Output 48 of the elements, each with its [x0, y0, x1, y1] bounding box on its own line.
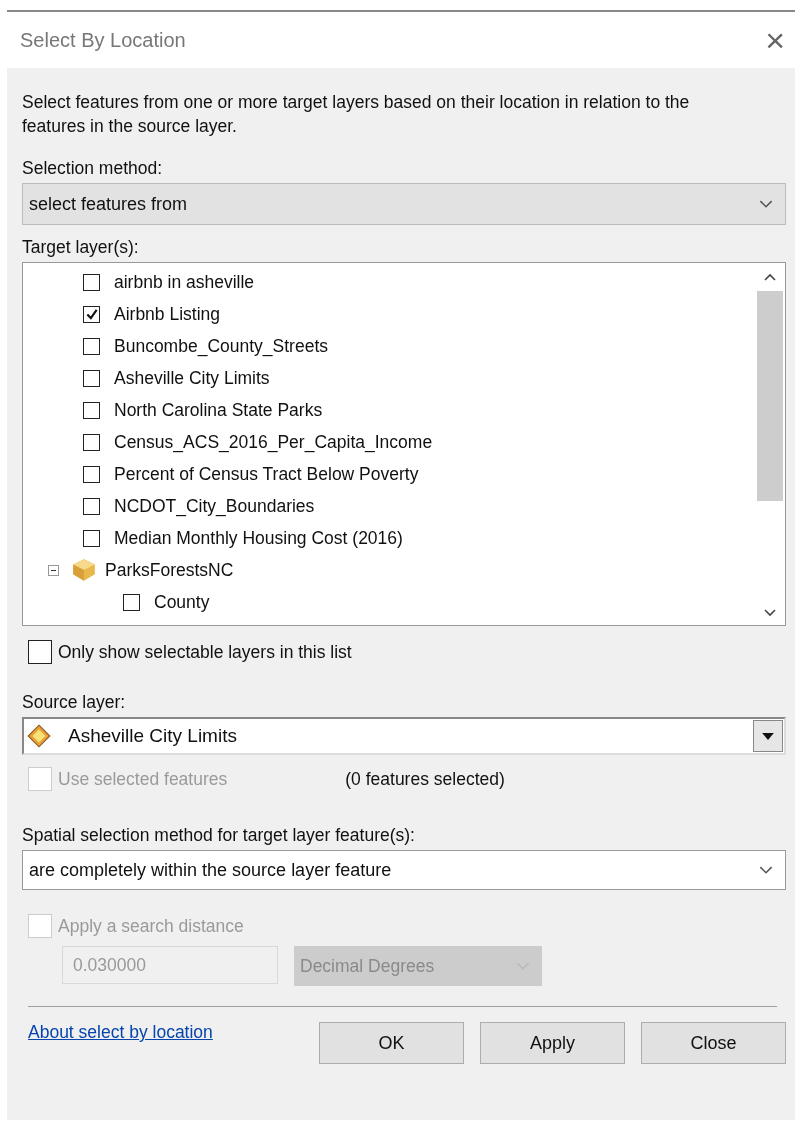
field-label: Target layer(s): [22, 237, 140, 258]
checkbox[interactable] [83, 305, 100, 323]
layer-label[interactable]: County [154, 591, 210, 613]
checkbox[interactable] [123, 593, 140, 611]
checkbox[interactable] [83, 465, 100, 483]
chevron-icon [759, 199, 773, 209]
collapse-icon[interactable] [48, 564, 59, 576]
description-text: Select features from one or more target layers based on their location in relation to the features in the source layer. [22, 91, 691, 138]
close-button[interactable]: × [761, 23, 789, 57]
checkbox-label[interactable]: Only show selectable layers in this list [58, 641, 352, 663]
scroll-down-icon[interactable] [764, 609, 776, 617]
layer-label[interactable]: NCDOT_City_Boundaries [114, 495, 315, 517]
checkbox[interactable] [83, 497, 100, 515]
spatial-method-dropdown[interactable]: are completely within the source layer feature [22, 850, 786, 890]
checkbox[interactable] [83, 273, 100, 291]
layer-label[interactable]: Percent of Census Tract Below Poverty [114, 463, 419, 485]
layer-label[interactable]: Buncombe_County_Streets [114, 335, 329, 357]
field-label: Selection method: [22, 158, 164, 179]
chevron-icon [759, 865, 773, 875]
layer-label[interactable]: North Carolina State Parks [114, 399, 323, 421]
window-title: Select By Location [20, 28, 186, 52]
layer-label[interactable]: Census_ACS_2016_Per_Capita_Income [114, 431, 433, 453]
polygon-layer-icon [26, 723, 52, 749]
checkbox[interactable] [83, 529, 100, 547]
group-label[interactable]: ParksForestsNC [105, 559, 234, 581]
layer-label[interactable]: Airbnb Listing [114, 303, 221, 325]
layer-label[interactable]: Asheville City Limits [114, 367, 270, 389]
layer-group-icon [71, 557, 97, 583]
selection-count: (0 features selected) [345, 768, 505, 790]
checkbox[interactable] [83, 433, 100, 451]
field-label: Source layer: [22, 692, 127, 713]
checkbox[interactable] [28, 640, 52, 664]
checkbox[interactable] [83, 369, 100, 387]
checkbox[interactable] [83, 401, 100, 419]
dropdown-button[interactable] [753, 720, 783, 752]
scroll-up-icon[interactable] [764, 273, 776, 281]
selection-method-dropdown[interactable]: select features from [22, 183, 786, 225]
layer-label[interactable]: airbnb in asheville [114, 271, 255, 293]
layer-label[interactable]: Median Monthly Housing Cost (2016) [114, 527, 403, 549]
help-link[interactable]: About select by location [28, 1022, 213, 1043]
source-layer-dropdown[interactable]: Asheville City Limits [22, 717, 786, 755]
field-label: Spatial selection method for target layer feature(s): [22, 825, 416, 846]
caret-icon [762, 732, 774, 740]
dialog-button[interactable]: Apply [480, 1022, 625, 1064]
dialog-button[interactable]: Close [641, 1022, 786, 1064]
dialog-button[interactable]: OK [319, 1022, 464, 1064]
checkbox[interactable] [83, 337, 100, 355]
layer-list[interactable] [22, 262, 786, 626]
